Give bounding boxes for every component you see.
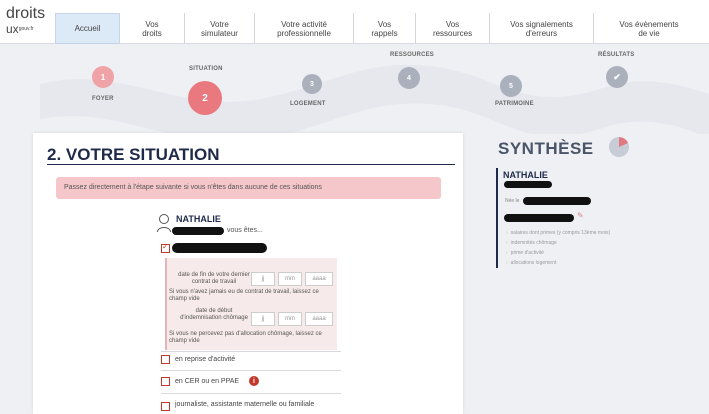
nav-votre-simulateur[interactable]: Votre simulateur <box>185 13 255 44</box>
nav-signalements[interactable]: Vos signalements d'erreurs <box>490 13 594 44</box>
checkbox-journaliste[interactable] <box>161 402 170 411</box>
redacted-text <box>504 214 574 222</box>
checkbox-cer-ppae[interactable] <box>161 377 170 386</box>
option-divider <box>161 393 341 394</box>
vous-etes-text: vous êtes... <box>227 227 263 234</box>
site-logo[interactable]: droits uxgouv.fr <box>6 6 58 38</box>
step-3-circle[interactable]: 3 <box>302 74 322 94</box>
check-icon: ✔ <box>613 71 621 82</box>
step-4-circle[interactable]: 4 <box>398 67 420 89</box>
placeholder: jj <box>261 316 265 322</box>
option-divider <box>161 351 341 352</box>
situation-card: 2. VOTRE SITUATION Passez directement à … <box>33 133 463 414</box>
contract-end-year[interactable]: aaaa <box>305 272 333 286</box>
step-label-resultats: RÉSULTATS <box>598 52 635 58</box>
person-icon <box>157 214 171 233</box>
nav-label: Votre activité professionnelle <box>277 19 331 38</box>
placeholder: aaaa <box>312 276 326 282</box>
placeholder: mm <box>285 276 295 282</box>
nav-label: Votre simulateur <box>201 19 238 38</box>
situation-details-panel: date de fin de votre dernier contrat de … <box>165 258 337 350</box>
synthese-item[interactable]: prime d'activité <box>506 250 544 256</box>
placeholder: aaaa <box>312 316 326 322</box>
synthese-accent-bar <box>496 168 498 268</box>
born-label: Née le <box>505 198 520 204</box>
step-label-situation: SITUATION <box>189 66 223 72</box>
indemnisation-start-hint: Si vous ne percevez pas d'allocation chô… <box>169 331 322 344</box>
contract-end-label: date de fin de votre dernier contrat de … <box>178 272 250 285</box>
nav-label: Vos signalements d'erreurs <box>510 19 573 38</box>
skip-alert: Passez directement à l'étape suivante si… <box>56 177 441 199</box>
step-label-patrimoine: PATRIMOINE <box>495 101 534 107</box>
nav-evenements[interactable]: Vos évènements de vie <box>594 13 704 44</box>
nav-label: Accueil <box>74 24 101 33</box>
situation-checkbox-1[interactable] <box>161 242 170 253</box>
logo-suffix: gouv.fr <box>18 26 34 32</box>
redacted-text <box>172 227 224 235</box>
synthese-card: NATHALIE Née le ✎ salaires dont primes (… <box>496 168 706 278</box>
top-navigation: droits uxgouv.fr Accueil Vos droits Votr… <box>0 0 709 44</box>
step-number: 5 <box>509 82 513 90</box>
option-label-reprise: en reprise d'activité <box>175 356 236 363</box>
step-label-ressources: RESSOURCES <box>390 52 435 58</box>
title-divider <box>47 164 455 165</box>
pie-chart-icon <box>609 137 629 157</box>
synthese-item[interactable]: allocations logement <box>506 260 557 266</box>
step-6-circle[interactable]: ✔ <box>606 66 628 88</box>
step-number: 2 <box>202 92 208 104</box>
edit-pencil-icon[interactable]: ✎ <box>577 211 584 220</box>
page-title: 2. VOTRE SITUATION <box>47 145 220 164</box>
step-5-circle[interactable]: 5 <box>500 75 522 97</box>
nav-vos-ressources[interactable]: Vos ressources <box>416 13 490 44</box>
step-number: 1 <box>100 72 106 82</box>
progress-stepper: 1 FOYER SITUATION 2 3 LOGEMENT RESSOURCE… <box>0 44 709 134</box>
logo-line1: droits <box>6 5 46 22</box>
indemnisation-start-month[interactable]: mm <box>278 312 302 326</box>
contract-end-month[interactable]: mm <box>278 272 302 286</box>
nav-vos-droits[interactable]: Vos droits <box>120 13 185 44</box>
redacted-text <box>504 181 552 188</box>
option-label-journaliste: journaliste, assistante maternelle ou fa… <box>175 401 315 408</box>
nav-activite-professionnelle[interactable]: Votre activité professionnelle <box>255 13 354 44</box>
indemnisation-start-day[interactable]: jj <box>251 312 275 326</box>
info-icon[interactable]: i <box>249 376 259 386</box>
person-name: NATHALIE <box>176 214 221 224</box>
option-divider <box>161 370 341 371</box>
main-nav: Accueil Vos droits Votre simulateur Votr… <box>55 13 704 44</box>
redacted-birthdate <box>523 197 591 205</box>
synthese-item[interactable]: indemnités chômage <box>506 240 557 246</box>
step-label-logement: LOGEMENT <box>290 101 326 107</box>
nav-label: Vos évènements de vie <box>619 19 679 38</box>
nav-accueil[interactable]: Accueil <box>55 13 120 44</box>
contract-end-hint: Si vous n'avez jamais eu de contrat de t… <box>169 289 319 302</box>
logo-line2: uxgouv.fr <box>6 22 58 36</box>
option-label-cer: en CER ou en PPAE <box>175 378 240 385</box>
step-label-foyer: FOYER <box>92 96 114 102</box>
redacted-option-label <box>172 243 267 253</box>
indemnisation-start-label: date de début d'indemnisation chômage <box>180 308 248 321</box>
logo-line2-text: ux <box>6 22 19 36</box>
indemnisation-start-year[interactable]: aaaa <box>305 312 333 326</box>
nav-label: Vos ressources <box>432 19 473 38</box>
info-glyph: i <box>253 377 255 385</box>
step-1-circle[interactable]: 1 <box>92 66 114 88</box>
step-number: 3 <box>310 80 314 88</box>
nav-vos-rappels[interactable]: Vos rappels <box>354 13 416 44</box>
step-number: 4 <box>407 74 411 82</box>
checkbox-reprise-activite[interactable] <box>161 355 170 364</box>
contract-end-day[interactable]: jj <box>251 272 275 286</box>
synthese-name: NATHALIE <box>503 170 548 180</box>
step-2-circle[interactable]: 2 <box>188 81 222 115</box>
nav-label: Vos rappels <box>371 19 398 38</box>
placeholder: mm <box>285 316 295 322</box>
synthese-title: SYNTHÈSE <box>498 139 594 158</box>
placeholder: jj <box>261 276 265 282</box>
nav-label: Vos droits <box>142 19 162 38</box>
synthese-item[interactable]: salaires dont primes (y compris 13ème mo… <box>506 230 610 236</box>
